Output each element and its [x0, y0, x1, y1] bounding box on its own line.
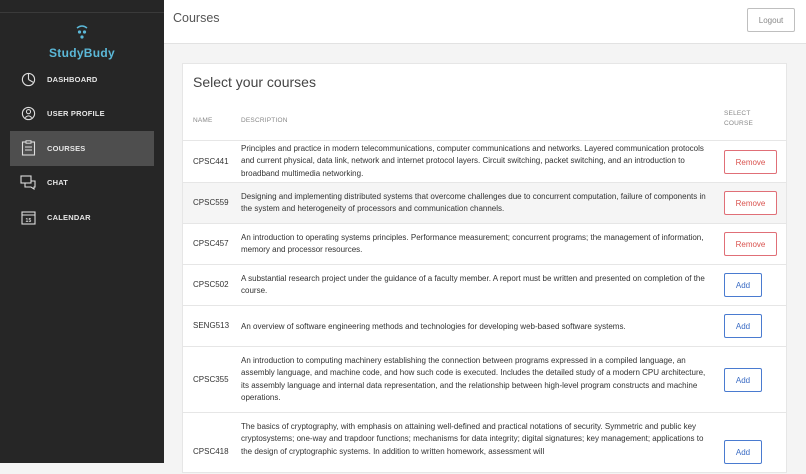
course-description: A substantial research project under the… — [241, 274, 705, 296]
course-code: CPSC457 — [193, 239, 229, 248]
course-code: CPSC559 — [193, 198, 229, 207]
sidebar-item-label: COURSES — [47, 143, 86, 153]
course-description: Designing and implementing distributed s… — [241, 192, 706, 214]
svg-text:15: 15 — [25, 218, 31, 224]
sidebar-item-label: CHAT — [47, 178, 69, 188]
add-course-button[interactable]: Add — [724, 440, 762, 464]
table-row: CPSC418 The basics of cryptography, with… — [183, 412, 786, 474]
course-description: An introduction to operating systems pri… — [241, 233, 704, 255]
table-row: CPSC559 Designing and implementing distr… — [183, 182, 786, 223]
courses-icon — [20, 140, 36, 156]
add-course-button[interactable]: Add — [724, 368, 762, 392]
sidebar-item-dashboard[interactable]: DASHBOARD — [0, 62, 164, 97]
sidebar-item-label: USER PROFILE — [47, 109, 105, 119]
column-header-select-course: SELECT COURSE — [724, 110, 754, 127]
course-description: The basics of cryptography, with emphasi… — [241, 422, 704, 456]
dashboard-icon — [20, 71, 36, 87]
sidebar-nav: DASHBOARD USER PROFILE COURSES CHAT 15 C… — [0, 62, 164, 235]
course-description: An introduction to computing machinery e… — [241, 356, 706, 402]
chat-icon — [20, 175, 36, 191]
add-course-button[interactable]: Add — [724, 314, 762, 338]
sidebar-item-courses[interactable]: COURSES — [10, 131, 154, 166]
add-course-button[interactable]: Add — [724, 273, 762, 297]
top-header: Courses Logout — [164, 0, 806, 44]
calendar-icon: 15 — [20, 209, 36, 225]
course-code: SENG513 — [193, 321, 230, 330]
table-row: CPSC355 An introduction to computing mac… — [183, 346, 786, 412]
column-header-name: NAME — [193, 117, 213, 124]
sidebar-item-user-profile[interactable]: USER PROFILE — [0, 97, 164, 132]
app-name: StudyBudy — [48, 46, 116, 60]
column-header-description: DESCRIPTION — [241, 117, 288, 124]
remove-course-button[interactable]: Remove — [724, 191, 777, 215]
course-code: CPSC418 — [193, 447, 229, 456]
course-code: CPSC502 — [193, 280, 229, 289]
card-heading: Select your courses — [193, 74, 316, 90]
studybudy-logo-icon — [76, 25, 88, 39]
course-description: An overview of software engineering meth… — [241, 322, 626, 331]
course-code: CPSC355 — [193, 375, 229, 384]
course-code: CPSC441 — [193, 157, 229, 166]
sidebar-item-calendar[interactable]: 15 CALENDAR — [0, 200, 164, 235]
table-row: CPSC441 Principles and practice in moder… — [183, 140, 786, 182]
user-profile-icon — [20, 106, 36, 122]
table-row: CPSC502 A substantial research project u… — [183, 264, 786, 305]
remove-course-button[interactable]: Remove — [724, 232, 777, 256]
main-content: Courses Logout Select your courses NAME … — [164, 0, 806, 473]
sidebar: StudyBudy DASHBOARD USER PROFILE COURSES… — [0, 0, 164, 463]
logout-button[interactable]: Logout — [747, 8, 795, 32]
table-row: SENG513 An overview of software engineer… — [183, 305, 786, 346]
sidebar-divider — [0, 12, 164, 13]
table-row: CPSC457 An introduction to operating sys… — [183, 223, 786, 264]
sidebar-item-chat[interactable]: CHAT — [0, 166, 164, 201]
course-description: Principles and practice in modern teleco… — [241, 144, 704, 178]
page-title: Courses — [173, 11, 220, 25]
sidebar-item-label: DASHBOARD — [47, 74, 98, 84]
remove-course-button[interactable]: Remove — [724, 150, 777, 174]
sidebar-item-label: CALENDAR — [47, 212, 91, 222]
course-selection-card: Select your courses NAME DESCRIPTION SEL… — [182, 63, 787, 473]
app-logo[interactable]: StudyBudy — [0, 24, 164, 60]
